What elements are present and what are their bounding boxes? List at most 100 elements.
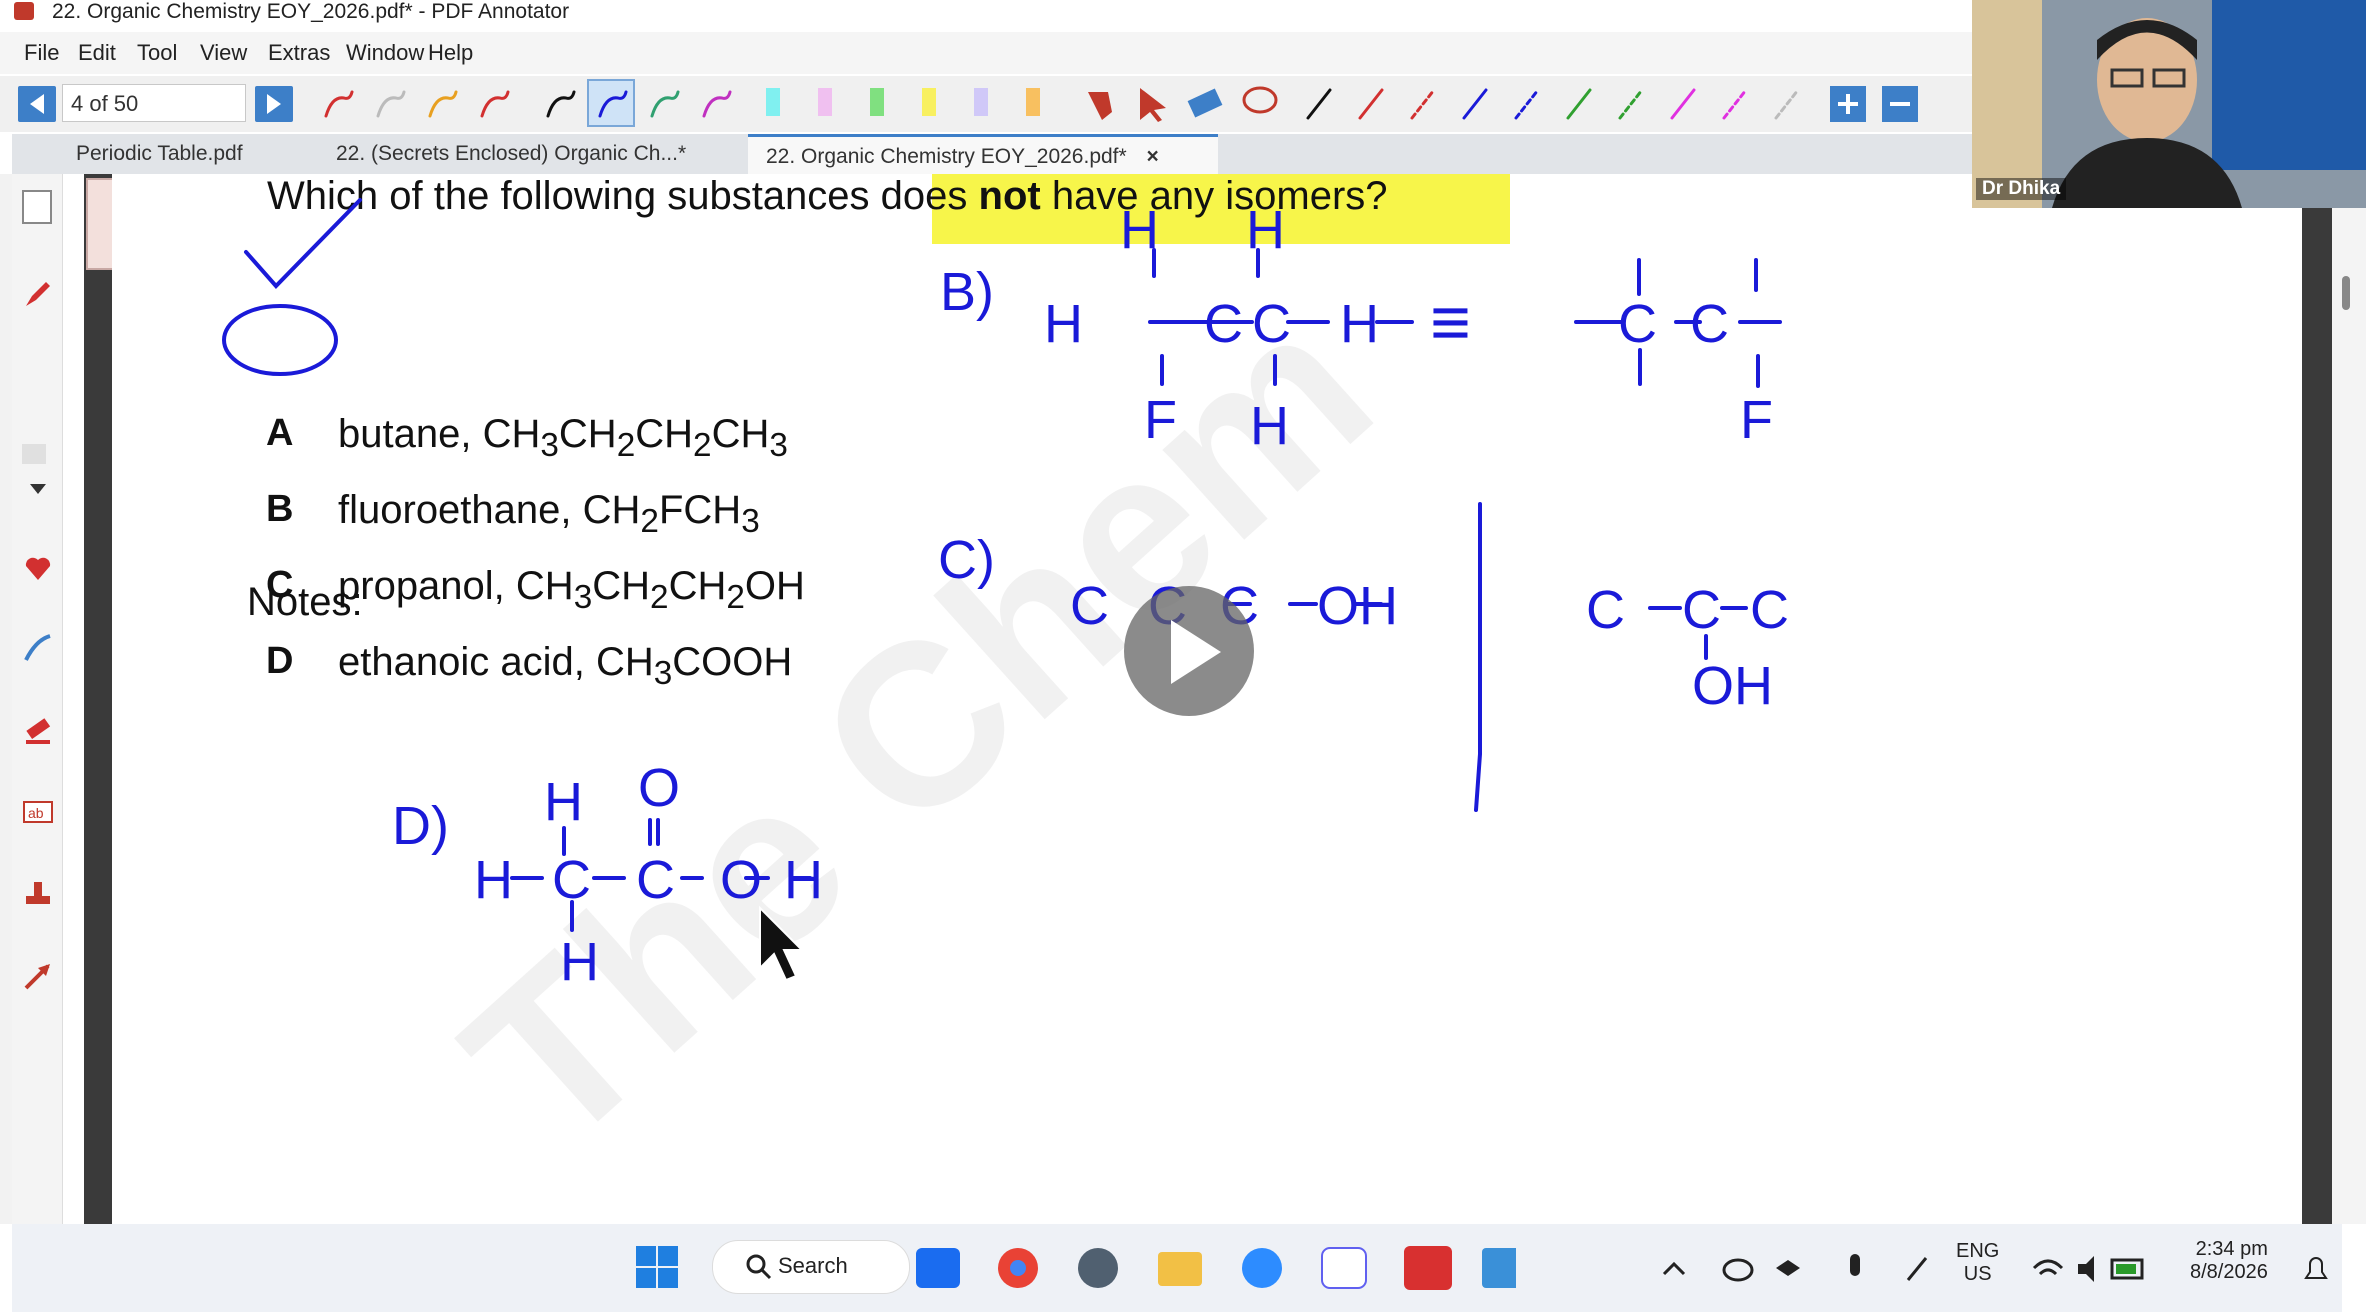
dropbox-tray-icon (1776, 1260, 1800, 1276)
pen-purple-icon (702, 90, 732, 118)
wifi-icon (2032, 1259, 2064, 1276)
svg-text:ab: ab (28, 805, 44, 821)
svg-text:H: H (1246, 200, 1285, 260)
svg-text:F: F (1144, 390, 1177, 450)
taskbar-apps[interactable] (916, 1244, 1516, 1304)
window-title: 22. Organic Chemistry EOY_2026.pdf* - PD… (52, 0, 570, 23)
thumbnail-strip (84, 174, 112, 1224)
menu-help[interactable]: Help (428, 40, 473, 66)
hand-tool-icon (1088, 92, 1112, 120)
right-frame (2302, 200, 2332, 1224)
presenter-video (1972, 0, 2366, 208)
dropbox-icon (916, 1248, 960, 1288)
svg-text:H: H (1120, 200, 1159, 260)
pen-red-icon (324, 90, 354, 118)
tab-periodic-table[interactable]: Periodic Table.pdf (58, 134, 308, 174)
search-label: Search (778, 1253, 848, 1278)
highlighter-orange-icon (1026, 88, 1040, 116)
menu-tool[interactable]: Tool (137, 40, 177, 66)
webcam-feed (1972, 0, 2366, 208)
line-blue-dashed-icon (1514, 88, 1540, 120)
c-label: C) (938, 530, 995, 590)
chevron-down-icon[interactable] (22, 474, 54, 506)
menu-file[interactable]: File (24, 40, 59, 66)
menu-window[interactable]: Window (346, 40, 424, 66)
line-green-icon (1566, 88, 1592, 120)
scroll-up-button[interactable] (22, 444, 46, 464)
mouse-cursor-icon (759, 905, 805, 982)
tab-label: 22. (Secrets Enclosed) Organic Ch...* (336, 142, 687, 165)
line-grey-dashed-icon (1774, 88, 1800, 120)
freehand-icon[interactable] (22, 632, 54, 664)
eraser-icon (1187, 88, 1223, 118)
equivalence-symbol: ≡ (1430, 283, 1471, 361)
stamp-icon[interactable] (22, 878, 54, 910)
svg-text:F: F (1740, 390, 1773, 450)
pen-tool-icon[interactable] (22, 278, 54, 310)
tab-close-icon[interactable]: × (1147, 145, 1159, 168)
line-black-icon (1306, 88, 1332, 120)
svg-text:H: H (784, 850, 823, 910)
svg-text:C: C (1618, 294, 1657, 354)
tab-bar: Periodic Table.pdf 22. (Secrets Enclosed… (12, 134, 1972, 174)
tab-label: Periodic Table.pdf (76, 142, 243, 165)
vertical-scrollbar[interactable] (2332, 200, 2366, 1224)
line-blue-icon (1462, 88, 1488, 120)
option-b-circle (222, 304, 338, 376)
system-tray-icons[interactable] (1660, 1250, 2080, 1290)
svg-text:H: H (560, 932, 599, 992)
line-green-dashed-icon (1618, 88, 1644, 120)
file-explorer-icon (1158, 1252, 1202, 1286)
select-arrow-icon (1140, 88, 1166, 122)
page-number-field[interactable]: 4 of 50 (62, 84, 246, 122)
svg-text:C: C (1586, 580, 1625, 640)
highlighter-green-icon (870, 88, 884, 116)
svg-text:C: C (1204, 294, 1243, 354)
previous-page-button[interactable] (18, 86, 56, 122)
svg-text:OH: OH (1317, 576, 1398, 636)
language-indicator[interactable]: ENG US (1956, 1240, 1999, 1286)
b-label: B) (940, 262, 994, 322)
zoom-icon (1242, 1248, 1282, 1288)
text-box-icon[interactable]: ab (22, 796, 54, 828)
svg-text:C: C (552, 850, 591, 910)
menu-extras[interactable]: Extras (268, 40, 330, 66)
tab-secrets-enclosed[interactable]: 22. (Secrets Enclosed) Organic Ch...* (318, 134, 738, 174)
arrow-tool-icon[interactable] (22, 960, 54, 992)
line-red-dashed-icon (1410, 88, 1436, 120)
heart-icon[interactable] (22, 552, 54, 584)
lasso-icon (1242, 86, 1278, 114)
network-volume-battery[interactable] (2030, 1250, 2150, 1290)
page-view-icon[interactable] (22, 190, 52, 224)
highlighter-tool-icon[interactable] (22, 714, 54, 746)
tab-organic-chemistry[interactable]: 22. Organic Chemistry EOY_2026.pdf* × (748, 134, 1218, 174)
pen-red2-icon (480, 90, 510, 118)
scroll-thumb[interactable] (2342, 276, 2350, 310)
windows-start-icon[interactable] (636, 1246, 680, 1290)
chevron-up-icon (1662, 1261, 1686, 1276)
paint-app-icon (1482, 1248, 1516, 1288)
highlighter-yellow-icon (922, 88, 936, 116)
play-icon (1171, 620, 1221, 684)
svg-text:C: C (1750, 580, 1789, 640)
menu-bar: File Edit Tool View Extras Window Help (0, 32, 1972, 74)
next-page-button[interactable] (255, 86, 293, 122)
svg-text:H: H (1250, 396, 1289, 456)
svg-text:C: C (1690, 294, 1729, 354)
notification-bell-icon[interactable] (2300, 1252, 2332, 1288)
menu-edit[interactable]: Edit (78, 40, 116, 66)
svg-text:C: C (1252, 294, 1291, 354)
svg-text:H: H (544, 772, 583, 832)
pen-black-icon (546, 90, 576, 118)
word-app-icon (1321, 1247, 1367, 1289)
left-frame (0, 174, 12, 1224)
clock[interactable]: 2:34 pm 8/8/2026 (2190, 1238, 2268, 1284)
svg-text:H: H (1044, 294, 1083, 354)
menu-view[interactable]: View (200, 40, 247, 66)
pen-green-icon (650, 90, 680, 118)
annotation-tools[interactable] (310, 76, 1930, 132)
svg-text:C: C (1682, 580, 1721, 640)
onedrive-icon (1722, 1258, 1754, 1282)
participant-name: Dr Dhika (1976, 178, 2067, 200)
svg-text:H: H (1340, 294, 1379, 354)
